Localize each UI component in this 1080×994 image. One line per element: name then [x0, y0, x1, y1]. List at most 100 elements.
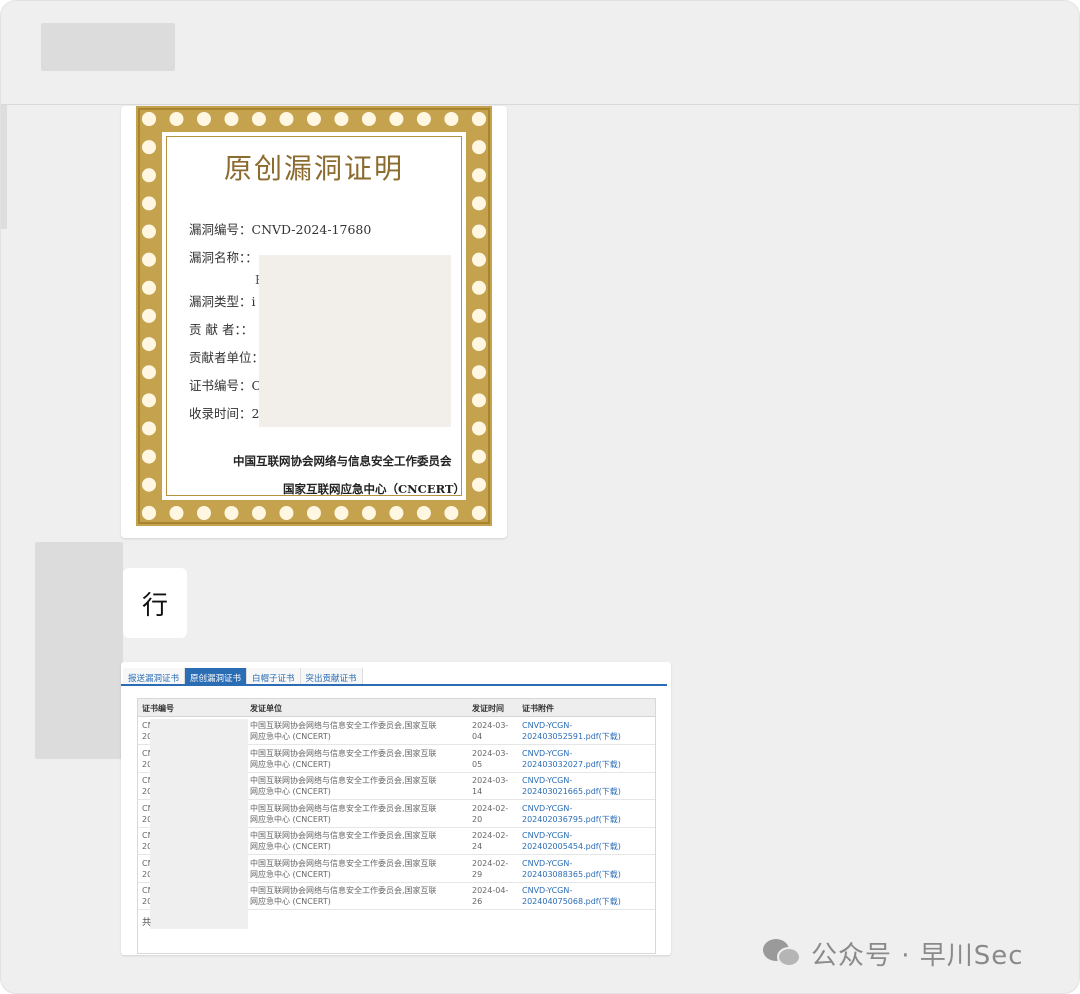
issuer-cell-line2: 网应急中心 (CNCERT) [250, 897, 331, 906]
issuer-cell-line1: 中国互联网协会网络与信息安全工作委员会,国家互联 [250, 831, 437, 840]
table-header: 证书编号 发证单位 发证时间 证书附件 [138, 699, 655, 717]
issuer-cell-line2: 网应急中心 (CNCERT) [250, 787, 331, 796]
issuer-cell-line1: 中国互联网协会网络与信息安全工作委员会,国家互联 [250, 858, 437, 868]
date-cell: 2024-04- 26 [472, 885, 508, 907]
download-link-line2: 202404075068.pdf(下载) [522, 897, 621, 906]
cert-field-name: 漏洞名称：： [189, 250, 258, 265]
date-cell: 2024-03- 05 [472, 748, 508, 770]
download-link-line1: CNVD-YCGN- [522, 803, 573, 813]
cert-field-date: 收录时间：2 [189, 406, 260, 421]
download-link[interactable]: CNVD-YCGN- 202403032027.pdf(下载) [522, 748, 621, 770]
download-link-line2: 202402005454.pdf(下载) [522, 842, 621, 851]
download-link-line2: 202403088365.pdf(下载) [522, 869, 621, 879]
date-cell: 2024-02- 29 [472, 858, 508, 880]
download-link-line2: 202403021665.pdf(下载) [522, 787, 621, 796]
certificate-border: 原创漏洞证明 漏洞编号：CNVD-2024-17680 漏洞名称：： F 漏洞类… [136, 106, 492, 526]
avatar[interactable] [35, 542, 123, 759]
issuer-cell-line2: 网应急中心 (CNCERT) [250, 814, 331, 824]
issuer-cell: 中国互联网协会网络与信息安全工作委员会,国家互联 网应急中心 (CNCERT) [250, 830, 437, 852]
col-header-org: 发证单位 [250, 704, 282, 713]
table-footer: 共 [142, 918, 152, 928]
issuer-cell: 中国互联网协会网络与信息安全工作委员会,国家互联 网应急中心 (CNCERT) [250, 885, 437, 907]
date-cell-line1: 2024-03- [472, 721, 509, 730]
issuer-cell: 中国互联网协会网络与信息安全工作委员会,国家互联 网应急中心 (CNCERT) [250, 720, 437, 742]
tab-reported-cert[interactable]: 报送漏洞证书 [123, 668, 186, 684]
cert-field-org: 贡献者单位： [189, 350, 265, 365]
issuer-cell: 中国互联网协会网络与信息安全工作委员会,国家互联 网应急中心 (CNCERT) [250, 858, 437, 880]
certificate-body: 原创漏洞证明 漏洞编号：CNVD-2024-17680 漏洞名称：： F 漏洞类… [166, 136, 465, 496]
download-link[interactable]: CNVD-YCGN- 202403052591.pdf(下载) [522, 720, 621, 742]
date-cell-line1: 2024-03- [472, 776, 509, 785]
issuer-cell-line1: 中国互联网协会网络与信息安全工作委员会,国家互联 [250, 748, 437, 758]
download-link[interactable]: CNVD-YCGN- 202402005454.pdf(下载) [522, 830, 621, 852]
issuer-cell-line1: 中国互联网协会网络与信息安全工作委员会,国家互联 [250, 803, 437, 813]
download-link-line2: 202403032027.pdf(下载) [522, 759, 621, 769]
download-link-line1: CNVD-YCGN- [522, 858, 573, 868]
wechat-icon [763, 937, 803, 969]
date-cell: 2024-02- 20 [472, 803, 508, 825]
download-link-line1: CNVD-YCGN- [522, 748, 573, 758]
issuer-cell-line2: 网应急中心 (CNCERT) [250, 842, 331, 851]
date-cell-line1: 2024-04- [472, 886, 509, 895]
bubble-text: 行 [141, 590, 168, 621]
date-cell: 2024-02- 24 [472, 830, 508, 852]
portal-screenshot-message[interactable]: 报送漏洞证书 原创漏洞证书 白帽子证书 突出贡献证书 证书编号 发证单位 发证时… [121, 662, 671, 955]
redacted-column [150, 719, 248, 929]
date-cell-line1: 2024-02- [472, 803, 509, 813]
issuer-cell-line2: 网应急中心 (CNCERT) [250, 869, 331, 879]
date-cell-line2: 29 [472, 869, 483, 879]
cert-field-id: 漏洞编号：CNVD-2024-17680 [189, 222, 372, 237]
tab-contribution-cert[interactable]: 突出贡献证书 [300, 668, 363, 684]
col-header-file: 证书附件 [522, 704, 554, 713]
tab-whitehat-cert[interactable]: 白帽子证书 [247, 668, 301, 684]
chat-header [1, 1, 1079, 105]
download-link[interactable]: CNVD-YCGN- 202402036795.pdf(下载) [522, 803, 621, 825]
download-link[interactable]: CNVD-YCGN- 202403021665.pdf(下载) [522, 775, 621, 797]
download-link-line1: CNVD-YCGN- [522, 776, 573, 785]
download-link[interactable]: CNVD-YCGN- 202404075068.pdf(下载) [522, 885, 621, 907]
issuer-line-1: 中国互联网协会网络与信息安全工作委员会 [233, 454, 452, 468]
date-cell: 2024-03- 14 [472, 775, 508, 797]
tab-original-cert[interactable]: 原创漏洞证书 [185, 668, 248, 684]
chat-window: 原创漏洞证明 漏洞编号：CNVD-2024-17680 漏洞名称：： F 漏洞类… [0, 0, 1080, 994]
issuer-line-2: 国家互联网应急中心（CNCERT） [283, 482, 465, 496]
date-cell-line1: 2024-02- [472, 831, 509, 840]
date-cell-line2: 14 [472, 787, 483, 796]
date-cell-line1: 2024-03- [472, 748, 509, 758]
download-link-line2: 202402036795.pdf(下载) [522, 814, 621, 824]
download-link[interactable]: CNVD-YCGN- 202403088365.pdf(下载) [522, 858, 621, 880]
watermark-text: 公众号 · 早川Sec [811, 940, 1024, 971]
certificate-table: 证书编号 发证单位 发证时间 证书附件 CN 20 中国互联网协会网络与信息安全工作… [137, 698, 656, 954]
date-cell-line2: 24 [472, 842, 483, 851]
blurred-chat-title [41, 23, 175, 71]
date-cell-line2: 05 [472, 759, 483, 769]
issuer-cell-line2: 网应急中心 (CNCERT) [250, 759, 331, 769]
certificate-tabs: 报送漏洞证书 原创漏洞证书 白帽子证书 突出贡献证书 [121, 668, 667, 686]
download-link-line1: CNVD-YCGN- [522, 886, 573, 895]
date-cell-line2: 26 [472, 897, 483, 906]
date-cell-line2: 04 [472, 732, 483, 741]
date-cell: 2024-03- 04 [472, 720, 508, 742]
issuer-cell: 中国互联网协会网络与信息安全工作委员会,国家互联 网应急中心 (CNCERT) [250, 775, 437, 797]
certificate-title: 原创漏洞证明 [223, 152, 404, 185]
issuer-cell: 中国互联网协会网络与信息安全工作委员会,国家互联 网应急中心 (CNCERT) [250, 748, 437, 770]
watermark: 公众号 · 早川Sec [763, 933, 1024, 973]
col-header-date: 发证时间 [472, 704, 504, 713]
redacted-area [259, 255, 451, 427]
cert-field-cert-no: 证书编号：C [189, 378, 262, 393]
chat-bubble[interactable]: 行 [123, 568, 187, 638]
issuer-cell-line1: 中国互联网协会网络与信息安全工作委员会,国家互联 [250, 721, 437, 730]
date-cell-line1: 2024-02- [472, 858, 509, 868]
download-link-line1: CNVD-YCGN- [522, 721, 573, 730]
issuer-cell-line2: 网应急中心 (CNCERT) [250, 732, 331, 741]
download-link-line2: 202403052591.pdf(下载) [522, 732, 621, 741]
download-link-line1: CNVD-YCGN- [522, 831, 573, 840]
issuer-cell: 中国互联网协会网络与信息安全工作委员会,国家互联 网应急中心 (CNCERT) [250, 803, 437, 825]
date-cell-line2: 20 [472, 814, 483, 824]
issuer-cell-line1: 中国互联网协会网络与信息安全工作委员会,国家互联 [250, 776, 437, 785]
scroll-indicator[interactable] [1, 105, 7, 229]
col-header-id: 证书编号 [142, 704, 174, 713]
cert-field-type: 漏洞类型：i [189, 294, 256, 309]
certificate-image-message[interactable]: 原创漏洞证明 漏洞编号：CNVD-2024-17680 漏洞名称：： F 漏洞类… [121, 106, 507, 538]
cert-field-contributor: 贡 献 者：： [189, 322, 254, 337]
